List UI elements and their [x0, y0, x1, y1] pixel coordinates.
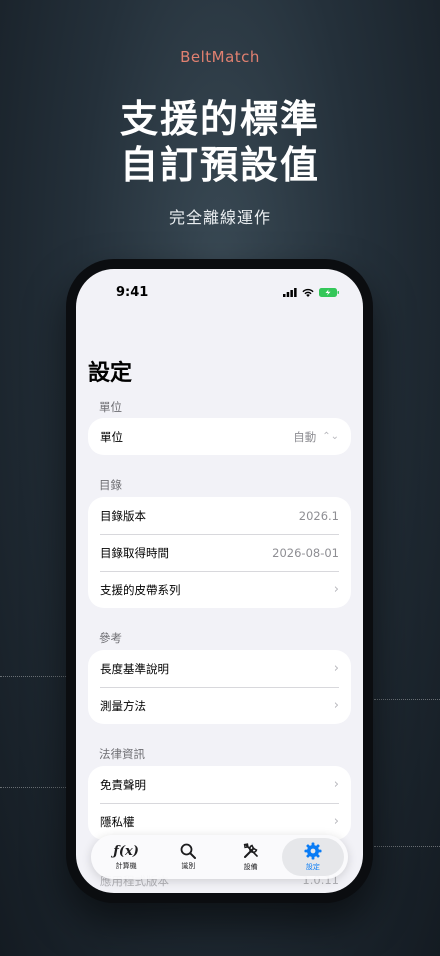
- phone-screen: 9:41 設定 單位 單位 自動 ⌃⌄ 目錄 目錄版本 2026.1 目錄取得時…: [76, 269, 363, 893]
- headline-line-1: 支援的標準: [119, 97, 320, 141]
- chevron-right-icon: ›: [333, 698, 339, 713]
- tab-bar: ƒ(x) 計算機 識別 設備 設定: [91, 835, 348, 879]
- decorative-line: [0, 787, 66, 788]
- signal-icon: [283, 288, 297, 297]
- units-value: 自動: [293, 429, 317, 444]
- measurement-method-row[interactable]: 測量方法 ›: [88, 687, 351, 724]
- row-label: 測量方法: [100, 698, 146, 713]
- reference-group: 長度基準說明 › 測量方法 ›: [88, 650, 351, 724]
- phone-frame: 9:41 設定 單位 單位 自動 ⌃⌄ 目錄 目錄版本 2026.1 目錄取得時…: [66, 259, 373, 903]
- up-down-chevron-icon: ⌃⌄: [322, 431, 339, 442]
- brand-name: BeltMatch: [180, 48, 260, 66]
- catalog-fetched-row: 目錄取得時間 2026-08-01: [88, 534, 351, 571]
- chevron-right-icon: ›: [333, 814, 339, 829]
- chevron-right-icon: ›: [333, 777, 339, 792]
- length-basis-row[interactable]: 長度基準說明 ›: [88, 650, 351, 687]
- function-icon: ƒ(x): [113, 843, 139, 859]
- headline: 支援的標準 自訂預設值: [0, 96, 440, 188]
- tab-label: 識別: [181, 862, 196, 870]
- tab-settings[interactable]: 設定: [281, 838, 344, 876]
- battery-icon: [319, 288, 339, 297]
- catalog-version-row: 目錄版本 2026.1: [88, 497, 351, 534]
- row-label: 支援的皮帶系列: [100, 582, 181, 597]
- tools-icon: [243, 843, 258, 858]
- magnifier-icon: [180, 843, 197, 859]
- row-label: 長度基準說明: [100, 661, 169, 676]
- subline: 完全離線運作: [168, 208, 271, 227]
- tab-label: 計算機: [115, 861, 137, 870]
- disclaimer-row[interactable]: 免責聲明 ›: [88, 766, 351, 803]
- chevron-right-icon: ›: [333, 661, 339, 676]
- tab-identify[interactable]: 識別: [157, 838, 219, 876]
- page-title: 設定: [88, 361, 133, 386]
- section-header-units: 單位: [99, 400, 122, 414]
- row-label: 目錄取得時間: [100, 545, 169, 560]
- section-header-catalog: 目錄: [99, 478, 122, 492]
- chevron-right-icon: ›: [333, 582, 339, 597]
- status-time: 9:41: [116, 285, 149, 300]
- catalog-version-value: 2026.1: [298, 508, 339, 523]
- row-label: 隱私權: [100, 814, 135, 829]
- tab-calculator[interactable]: ƒ(x) 計算機: [95, 838, 157, 876]
- supported-belt-series-row[interactable]: 支援的皮帶系列 ›: [88, 571, 351, 608]
- units-group: 單位 自動 ⌃⌄: [88, 418, 351, 455]
- row-label: 目錄版本: [100, 508, 146, 523]
- decorative-line: [374, 846, 440, 847]
- catalog-group: 目錄版本 2026.1 目錄取得時間 2026-08-01 支援的皮帶系列 ›: [88, 497, 351, 608]
- decorative-line: [374, 699, 440, 700]
- units-row[interactable]: 單位 自動 ⌃⌄: [88, 418, 351, 455]
- status-icons: [283, 288, 339, 297]
- status-bar: 9:41: [76, 285, 363, 305]
- tab-equipment[interactable]: 設備: [220, 838, 282, 876]
- legal-group: 免責聲明 › 隱私權 ›: [88, 766, 351, 840]
- section-header-reference: 參考: [99, 631, 122, 645]
- tab-label: 設定: [305, 863, 320, 871]
- wifi-icon: [302, 288, 314, 297]
- headline-line-2: 自訂預設值: [119, 143, 320, 187]
- row-label: 免責聲明: [100, 777, 146, 792]
- gear-icon: [304, 842, 322, 860]
- row-label: 單位: [100, 429, 123, 444]
- tab-label: 設備: [243, 863, 258, 871]
- section-header-legal: 法律資訊: [99, 747, 145, 761]
- catalog-fetched-value: 2026-08-01: [272, 545, 339, 560]
